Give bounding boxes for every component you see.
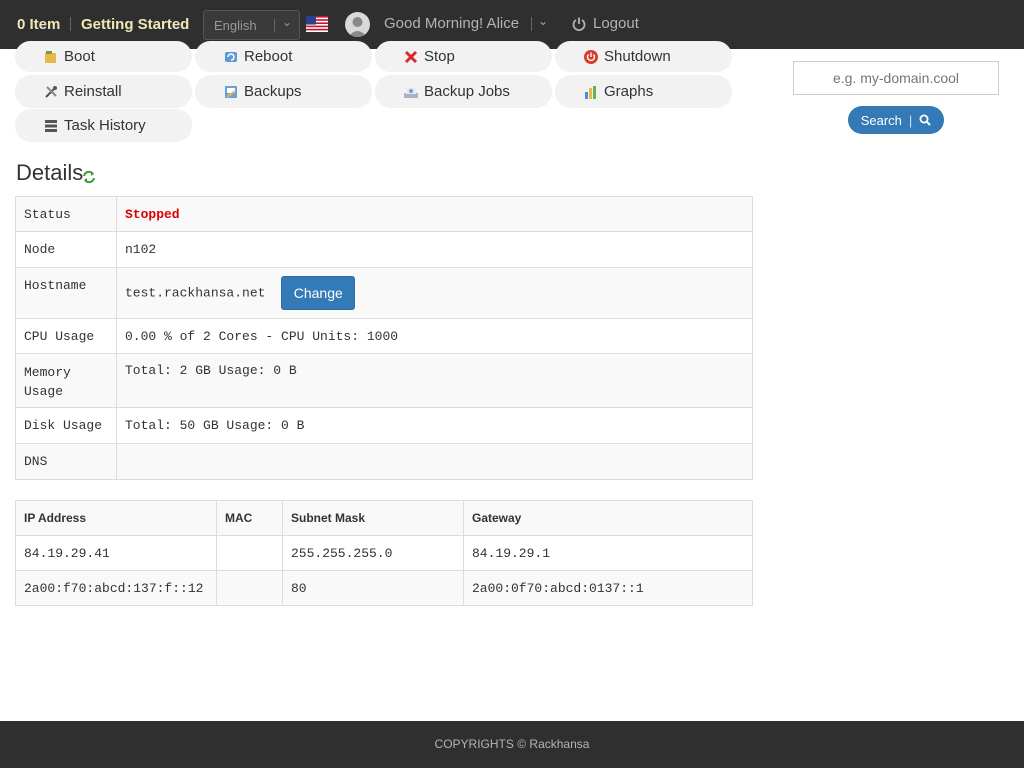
- ip-address-cell: 84.19.29.41: [15, 535, 217, 571]
- search-button-label: Search: [860, 112, 902, 128]
- shutdown-button[interactable]: Shutdown: [555, 41, 732, 72]
- us-flag-icon[interactable]: [306, 16, 328, 32]
- divider: [531, 17, 532, 31]
- ip-address-table: IP Address MAC Subnet Mask Gateway 84.19…: [15, 500, 753, 606]
- column-header-ip-address: IP Address: [15, 500, 217, 536]
- backup-jobs-icon: [404, 87, 418, 98]
- cpu-usage-key: CPU Usage: [15, 318, 117, 354]
- table-row: 2a00:f70:abcd:137:f::12 80 2a00:0f70:abc…: [15, 570, 753, 606]
- backup-jobs-label: Backup Jobs: [424, 83, 510, 100]
- memory-usage-key: Memory Usage: [15, 353, 117, 408]
- reboot-label: Reboot: [244, 48, 293, 65]
- change-hostname-button[interactable]: Change: [281, 276, 356, 310]
- disk-usage-key: Disk Usage: [15, 407, 117, 444]
- gateway-cell: 84.19.29.1: [463, 535, 753, 571]
- shutdown-icon: [584, 49, 598, 64]
- table-row: DNS: [15, 443, 753, 480]
- status-badge: Stopped: [125, 206, 180, 222]
- details-heading: Details: [16, 160, 84, 185]
- refresh-icon[interactable]: [82, 170, 96, 184]
- reboot-icon: [225, 51, 237, 62]
- task-history-label: Task History: [64, 117, 146, 134]
- node-value: n102: [116, 231, 753, 268]
- table-row: Hostname test.rackhansa.net Change: [15, 267, 753, 319]
- boot-icon: [45, 50, 56, 63]
- gateway-cell: 2a00:0f70:abcd:0137::1: [463, 570, 753, 606]
- power-icon[interactable]: [572, 16, 586, 32]
- divider: [274, 19, 275, 32]
- details-table: Status Stopped Node n102 Hostname test.r…: [15, 196, 753, 480]
- language-select[interactable]: English ⌄: [203, 10, 300, 40]
- avatar[interactable]: [345, 12, 370, 37]
- ip-address-cell: 2a00:f70:abcd:137:f::12: [15, 570, 217, 606]
- stop-icon: [404, 50, 418, 63]
- divider: |: [908, 112, 913, 128]
- backup-jobs-button[interactable]: Backup Jobs: [375, 75, 552, 108]
- subnet-mask-cell: 80: [282, 570, 464, 606]
- shutdown-label: Shutdown: [604, 48, 671, 65]
- hostname-key: Hostname: [15, 267, 117, 319]
- dns-value: [116, 443, 753, 480]
- table-row: Memory Usage Total: 2 GB Usage: 0 B: [15, 353, 753, 408]
- language-select-value: English: [214, 18, 257, 33]
- stop-button[interactable]: Stop: [375, 41, 552, 72]
- tools-icon: [45, 85, 57, 98]
- hostname-value: test.rackhansa.net: [125, 285, 266, 301]
- reinstall-button[interactable]: Reinstall: [15, 75, 192, 108]
- boot-label: Boot: [64, 48, 95, 65]
- search-icon: [919, 114, 932, 126]
- memory-usage-value: Total: 2 GB Usage: 0 B: [116, 353, 753, 408]
- graphs-button[interactable]: Graphs: [555, 75, 732, 108]
- column-header-gateway: Gateway: [463, 500, 753, 536]
- mac-cell: [216, 570, 283, 606]
- footer: COPYRIGHTS © Rackhansa: [0, 721, 1024, 768]
- table-row: 84.19.29.41 255.255.255.0 84.19.29.1: [15, 535, 753, 571]
- backup-icon: [225, 85, 237, 98]
- mac-cell: [216, 535, 283, 571]
- backups-button[interactable]: Backups: [195, 75, 372, 108]
- search-input[interactable]: [793, 61, 999, 95]
- reboot-button[interactable]: Reboot: [195, 41, 372, 72]
- cart-link[interactable]: 0 Item: [17, 16, 60, 33]
- search-button[interactable]: Search |: [848, 106, 944, 134]
- task-history-button[interactable]: Task History: [15, 109, 192, 142]
- graphs-label: Graphs: [604, 83, 654, 100]
- table-row: Node n102: [15, 231, 753, 268]
- column-header-mac: MAC: [216, 500, 283, 536]
- table-header-row: IP Address MAC Subnet Mask Gateway: [15, 500, 753, 536]
- table-row: Status Stopped: [15, 196, 753, 232]
- chevron-down-icon[interactable]: ⌄: [538, 14, 548, 28]
- column-header-subnet-mask: Subnet Mask: [282, 500, 464, 536]
- list-icon: [45, 119, 57, 132]
- subnet-mask-cell: 255.255.255.0: [282, 535, 464, 571]
- stop-label: Stop: [424, 48, 455, 65]
- user-greeting[interactable]: Good Morning! Alice: [384, 15, 519, 32]
- disk-usage-value: Total: 50 GB Usage: 0 B: [116, 407, 753, 444]
- getting-started-link[interactable]: Getting Started: [81, 16, 189, 33]
- chevron-down-icon: ⌄: [282, 15, 293, 29]
- dns-key: DNS: [15, 443, 117, 480]
- divider: [70, 17, 71, 31]
- reinstall-label: Reinstall: [64, 83, 122, 100]
- logout-link[interactable]: Logout: [593, 15, 639, 32]
- node-key: Node: [15, 231, 117, 268]
- cpu-usage-value: 0.00 % of 2 Cores - CPU Units: 1000: [116, 318, 753, 354]
- table-row: Disk Usage Total: 50 GB Usage: 0 B: [15, 407, 753, 444]
- boot-button[interactable]: Boot: [15, 41, 192, 72]
- status-key: Status: [15, 196, 117, 232]
- backups-label: Backups: [244, 83, 302, 100]
- table-row: CPU Usage 0.00 % of 2 Cores - CPU Units:…: [15, 318, 753, 354]
- graph-icon: [585, 85, 596, 99]
